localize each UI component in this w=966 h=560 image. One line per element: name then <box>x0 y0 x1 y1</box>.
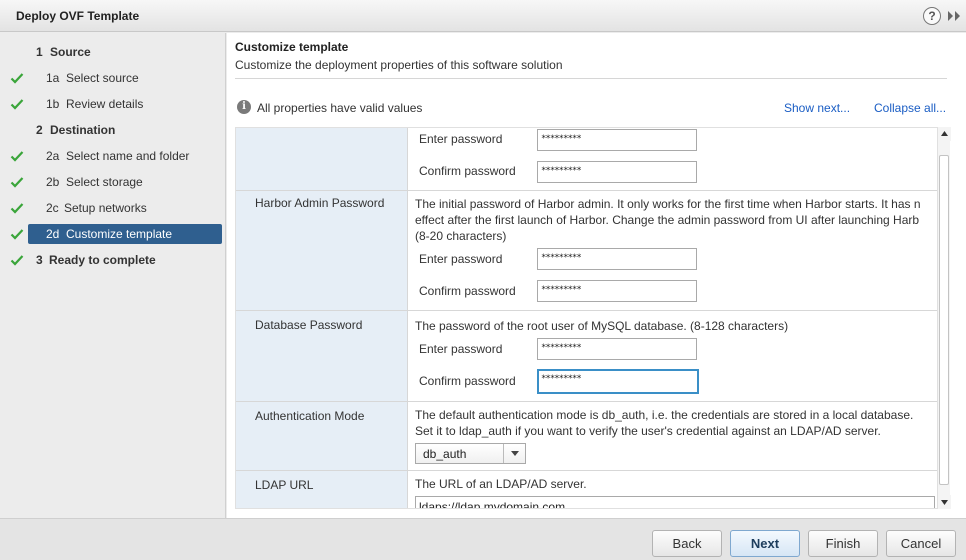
enter-password-input[interactable]: ********* <box>537 129 697 151</box>
property-value-cell: The password of the root user of MySQL d… <box>408 311 937 401</box>
scroll-thumb[interactable] <box>939 155 949 485</box>
dropdown-arrow-icon[interactable] <box>503 444 525 463</box>
finish-button[interactable]: Finish <box>808 530 878 557</box>
property-name-cell: Database Password <box>236 311 408 401</box>
property-name: Database Password <box>255 318 363 332</box>
property-description: The password of the root user of MySQL d… <box>415 319 789 333</box>
property-description-line: (8-20 characters) <box>415 229 507 243</box>
property-name: Harbor Admin Password <box>255 196 385 210</box>
enter-password-label: Enter password <box>419 342 503 356</box>
wizard-steps-nav: 1 Source 1a Select source 1b Review deta… <box>0 33 226 518</box>
property-name: LDAP URL <box>255 478 314 492</box>
nav-item-ready-to-complete[interactable]: 3 Ready to complete <box>0 250 226 270</box>
back-button[interactable]: Back <box>652 530 722 557</box>
property-row-database-password: Database Password The password of the ro… <box>236 311 937 402</box>
step-label: Setup networks <box>64 201 147 215</box>
step-label: Ready to complete <box>49 253 156 267</box>
status-text: All properties have valid values <box>257 101 423 115</box>
step-number: 2b <box>46 175 60 189</box>
authentication-mode-select[interactable]: db_auth <box>415 443 526 464</box>
property-name-cell: Harbor Admin Password <box>236 191 408 310</box>
property-name-cell <box>236 128 408 190</box>
enter-password-label: Enter password <box>419 252 503 266</box>
confirm-password-input[interactable]: ********* <box>537 161 697 183</box>
step-number: 2a <box>46 149 60 163</box>
step-number: 1a <box>46 71 60 85</box>
enter-password-input[interactable]: ********* <box>537 248 697 270</box>
checkmark-icon <box>10 227 24 241</box>
nav-item-select-source[interactable]: 1a Select source <box>0 68 226 88</box>
divider <box>235 78 947 79</box>
step-number: 3 <box>36 253 43 267</box>
confirm-password-input[interactable]: ********* <box>537 280 697 302</box>
step-label: Source <box>50 45 91 59</box>
property-row-ldap-url: LDAP URL The URL of an LDAP/AD server. l… <box>236 471 937 508</box>
step-label: Select name and folder <box>66 149 190 163</box>
property-value-cell: The URL of an LDAP/AD server. ldaps://ld… <box>408 471 937 508</box>
ldap-url-input[interactable]: ldaps://ldap.mydomain.com <box>415 496 935 508</box>
property-description-line: Set it to ldap_auth if you want to verif… <box>415 424 881 438</box>
property-value-cell: The default authentication mode is db_au… <box>408 402 937 470</box>
confirm-password-label: Confirm password <box>419 374 516 388</box>
help-icon[interactable]: ? <box>923 7 941 25</box>
confirm-password-label: Confirm password <box>419 164 516 178</box>
property-description-line: effect after the first launch of Harbor.… <box>415 213 920 227</box>
footer-bar: Back Next Finish Cancel <box>0 518 966 560</box>
step-number: 2c <box>46 201 59 215</box>
property-row-authentication-mode: Authentication Mode The default authenti… <box>236 402 937 471</box>
checkmark-icon <box>10 175 24 189</box>
step-label: Select source <box>66 71 139 85</box>
nav-item-review-details[interactable]: 1b Review details <box>0 94 226 114</box>
select-value: db_auth <box>423 447 467 461</box>
nav-item-select-name-folder[interactable]: 2a Select name and folder <box>0 146 226 166</box>
step-number: 2d <box>46 227 60 241</box>
enter-password-input[interactable]: ********* <box>537 338 697 360</box>
nav-item-setup-networks[interactable]: 2c Setup networks <box>0 198 226 218</box>
window-title: Deploy OVF Template <box>16 9 140 23</box>
title-bar: Deploy OVF Template ? <box>0 0 966 32</box>
property-description-line: The default authentication mode is db_au… <box>415 408 914 422</box>
main-panel: Customize template Customize the deploym… <box>227 33 966 518</box>
property-row-harbor-admin-password: Harbor Admin Password The initial passwo… <box>236 191 937 311</box>
info-icon: i <box>237 100 251 114</box>
expand-icon[interactable] <box>946 9 962 23</box>
step-number: 1 <box>36 45 43 59</box>
vertical-scrollbar[interactable] <box>937 127 951 509</box>
property-description-line: The initial password of Harbor admin. It… <box>415 197 921 211</box>
cancel-button[interactable]: Cancel <box>886 530 956 557</box>
collapse-all-link[interactable]: Collapse all... <box>874 101 946 115</box>
checkmark-icon <box>10 71 24 85</box>
nav-item-select-storage[interactable]: 2b Select storage <box>0 172 226 192</box>
step-label: Review details <box>66 97 144 111</box>
page-subtitle: Customize the deployment properties of t… <box>235 58 563 72</box>
scroll-down-arrow-icon[interactable] <box>938 495 951 509</box>
next-button[interactable]: Next <box>730 530 800 557</box>
step-label: Destination <box>50 123 116 137</box>
step-label: Customize template <box>66 227 173 241</box>
property-description: The URL of an LDAP/AD server. <box>415 477 587 491</box>
nav-item-source[interactable]: 1 Source <box>0 42 226 62</box>
step-number: 1b <box>46 97 60 111</box>
page-title: Customize template <box>235 40 349 54</box>
properties-table: Enter password ********* Confirm passwor… <box>235 127 938 509</box>
checkmark-icon <box>10 201 24 215</box>
confirm-password-label: Confirm password <box>419 284 516 298</box>
checkmark-icon <box>10 253 24 267</box>
show-next-link[interactable]: Show next... <box>784 101 850 115</box>
checkmark-icon <box>10 149 24 163</box>
step-number: 2 <box>36 123 43 137</box>
nav-item-customize-template[interactable]: 2d Customize template <box>0 224 226 244</box>
scroll-up-arrow-icon[interactable] <box>938 127 951 141</box>
confirm-password-input[interactable]: ********* <box>537 369 699 394</box>
property-value-cell: Enter password ********* Confirm passwor… <box>408 128 937 190</box>
checkmark-icon <box>10 97 24 111</box>
enter-password-label: Enter password <box>419 132 503 146</box>
property-row-partial: Enter password ********* Confirm passwor… <box>236 128 937 191</box>
property-name-cell: Authentication Mode <box>236 402 408 470</box>
property-name-cell: LDAP URL <box>236 471 408 508</box>
nav-item-destination[interactable]: 2 Destination <box>0 120 226 140</box>
property-value-cell: The initial password of Harbor admin. It… <box>408 191 937 310</box>
step-label: Select storage <box>66 175 143 189</box>
property-name: Authentication Mode <box>255 409 365 423</box>
